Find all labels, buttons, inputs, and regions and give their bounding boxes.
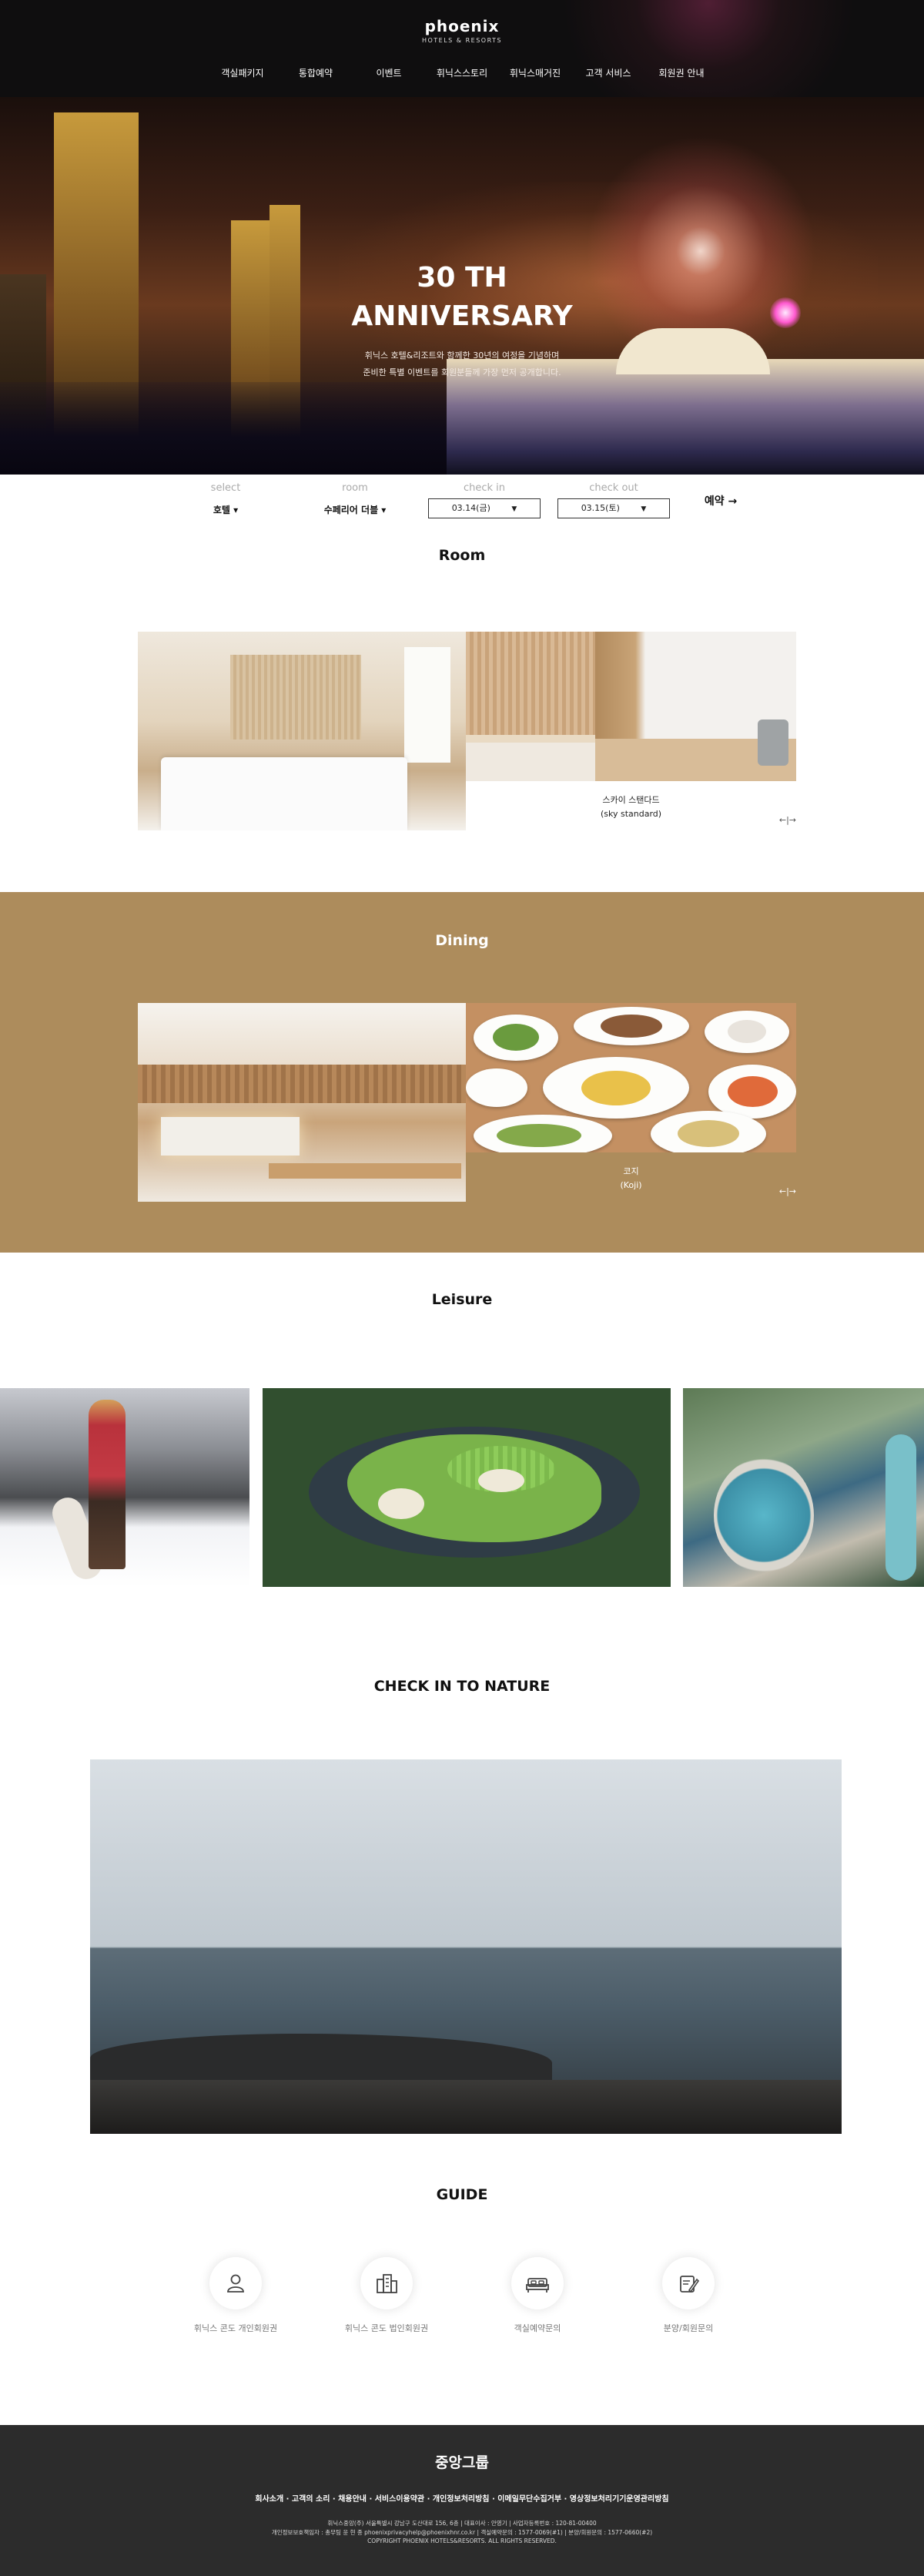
reserve-button[interactable]: 예약 → [678, 482, 763, 508]
checkin-date-value: 03.14(금) [451, 503, 490, 513]
guide-section-title: GUIDE [436, 2186, 488, 2203]
dining-slider-arrows[interactable]: ←|→ [779, 1186, 796, 1196]
footer-links[interactable]: 회사소개 · 고객의 소리 · 채용안내 · 서비스이용약관 · 개인정보처리방… [0, 2492, 924, 2504]
dropdown-arrow-icon: ▼ [511, 505, 517, 513]
room-caption: 스카이 스탠다드 (sky standard) [466, 793, 796, 820]
snowboard-image[interactable] [0, 1388, 249, 1587]
leisure-section-title: Leisure [431, 1291, 493, 1308]
dining-section: Dining 코지 (Koji) ←|→ [0, 892, 924, 1253]
booking-room: room 수페리어 더블 ▾ [290, 482, 420, 516]
dining-section-title: Dining [435, 932, 489, 949]
hero-description: 휘닉스 호텔&리조트와 함께한 30년의 여정을 기념하며 준비한 특별 이벤트… [363, 350, 561, 377]
checkin-date-picker[interactable]: 03.14(금) ▼ [428, 498, 541, 518]
checkout-date-picker[interactable]: 03.15(토) ▼ [557, 498, 670, 518]
main-nav: 객실패키지 통합예약 이벤트 휘닉스스토리 휘닉스매거진 고객 서비스 회원권 … [0, 66, 924, 79]
room-slider-arrows[interactable]: ←|→ [779, 815, 796, 825]
dining-caption: 코지 (Koji) [466, 1165, 796, 1192]
hero-text: 30 TH ANNIVERSARY 휘닉스 호텔&리조트와 함께한 30년의 여… [0, 259, 924, 381]
checkout-date-value: 03.15(토) [581, 503, 620, 513]
hotel-select-dropdown[interactable]: 호텔 ▾ [161, 503, 290, 516]
checkout-label: check out [589, 482, 638, 494]
bed-icon [511, 2257, 564, 2309]
booking-select-label: select [210, 482, 241, 494]
restaurant-image[interactable] [138, 1003, 466, 1202]
leisure-section: Leisure [0, 1253, 924, 1647]
guide-item-individual-membership[interactable]: 휘닉스 콘도 개인회원권 [160, 2257, 311, 2334]
guide-item-label: 분양/회원문의 [663, 2323, 714, 2333]
guide-section: GUIDE 휘닉스 콘도 개인회원권 휘닉스 콘도 법인회원권 객실예약문의 분… [0, 2171, 924, 2425]
logo-subtitle: HOTELS & RESORTS [421, 37, 503, 44]
dining-gallery: 코지 (Koji) ←|→ [138, 1003, 796, 1202]
booking-checkout: check out 03.15(토) ▼ [549, 482, 678, 518]
building-icon [360, 2257, 413, 2309]
room-name: 스카이 스탠다드 [602, 795, 660, 805]
room-name-en: (sky standard) [600, 808, 662, 819]
booking-bar: select 호텔 ▾ room 수페리어 더블 ▾ check in 03.1… [0, 475, 924, 532]
room-detail-image[interactable] [466, 632, 595, 781]
nature-section: CHECK IN TO NATURE [0, 1647, 924, 2171]
water-park-image[interactable] [683, 1388, 924, 1587]
guide-list: 휘닉스 콘도 개인회원권 휘닉스 콘도 법인회원권 객실예약문의 분양/회원문의 [0, 2257, 924, 2334]
booking-checkin: check in 03.14(금) ▼ [420, 482, 549, 518]
booking-room-label: room [342, 482, 368, 494]
restaurant-name: 코지 [623, 1166, 639, 1176]
site-header: phoenix HOTELS & RESORTS 객실패키지 통합예약 이벤트 … [0, 0, 924, 97]
hero-banner: 30 TH ANNIVERSARY 휘닉스 호텔&리조트와 함께한 30년의 여… [0, 97, 924, 475]
nav-item-phoenix-magazine[interactable]: 휘닉스매거진 [499, 66, 572, 79]
seascape-image [90, 1759, 842, 2134]
person-icon [209, 2257, 262, 2309]
guide-item-room-reservation[interactable]: 객실예약문의 [462, 2257, 613, 2334]
golf-course-image[interactable] [263, 1388, 671, 1587]
food-image[interactable] [466, 1003, 796, 1152]
nav-item-event[interactable]: 이벤트 [353, 66, 426, 79]
checkin-label: check in [463, 482, 506, 494]
restaurant-name-en: (Koji) [620, 1179, 642, 1190]
dropdown-arrow-icon: ▼ [641, 505, 647, 513]
room-detail-image[interactable] [595, 632, 796, 781]
guide-item-label: 객실예약문의 [514, 2323, 561, 2333]
hero-title: 30 TH ANNIVERSARY [351, 262, 573, 333]
nav-item-customer-service[interactable]: 고객 서비스 [572, 66, 645, 79]
booking-select: select 호텔 ▾ [161, 482, 290, 516]
nav-item-phoenix-story[interactable]: 휘닉스스토리 [426, 66, 499, 79]
nav-item-membership-info[interactable]: 회원권 안내 [645, 66, 718, 79]
guide-item-corporate-membership[interactable]: 휘닉스 콘도 법인회원권 [311, 2257, 462, 2334]
room-section-title: Room [438, 547, 486, 564]
room-section: Room 스카이 스탠다드 (sky standard) ←|→ [0, 532, 924, 892]
nav-item-integrated-booking[interactable]: 통합예약 [280, 66, 353, 79]
room-gallery: 스카이 스탠다드 (sky standard) ←|→ [138, 632, 796, 830]
room-select-dropdown[interactable]: 수페리어 더블 ▾ [290, 503, 420, 516]
fireworks-decoration [562, 0, 855, 97]
logo[interactable]: phoenix HOTELS & RESORTS [0, 17, 924, 44]
nav-item-room-package[interactable]: 객실패키지 [206, 66, 280, 79]
footer-address: 휘닉스중앙(주) 서울특별시 강남구 도산대로 156, 6층 | 대표이사 :… [327, 2520, 597, 2527]
document-edit-icon [662, 2257, 715, 2309]
logo-name: phoenix [424, 17, 500, 35]
footer-copyright: COPYRIGHT PHOENIX HOTELS&RESORTS. ALL RI… [367, 2537, 557, 2545]
guide-item-label: 휘닉스 콘도 법인회원권 [344, 2323, 429, 2333]
guide-item-sales-inquiry[interactable]: 분양/회원문의 [613, 2257, 764, 2334]
room-main-image[interactable] [138, 632, 466, 830]
nature-section-title: CHECK IN TO NATURE [373, 1678, 551, 1695]
footer-info: 휘닉스중앙(주) 서울특별시 강남구 도산대로 156, 6층 | 대표이사 :… [0, 2519, 924, 2546]
guide-item-label: 휘닉스 콘도 개인회원권 [193, 2323, 278, 2333]
footer-contact: 개인정보보호책임자 : 총무팀 윤 현 종 phoenixprivacyhelp… [271, 2528, 653, 2536]
footer-company-name: 중앙그룹 [435, 2454, 489, 2471]
site-footer: 중앙그룹 회사소개 · 고객의 소리 · 채용안내 · 서비스이용약관 · 개인… [0, 2425, 924, 2576]
